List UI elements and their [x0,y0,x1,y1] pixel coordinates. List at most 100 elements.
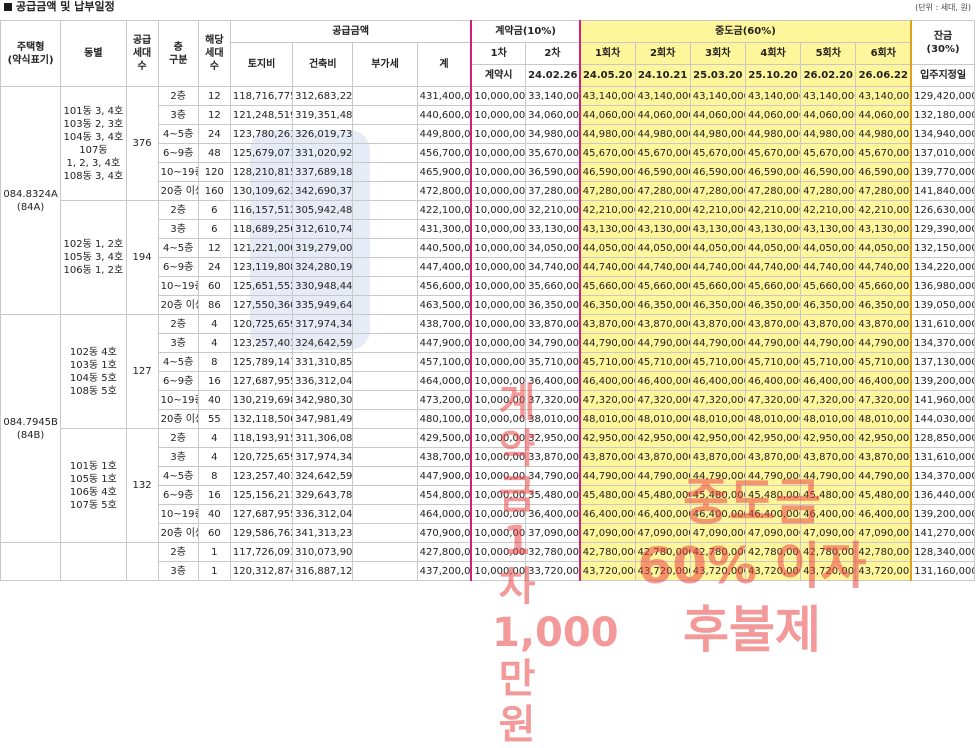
mid-payment-cell: 45,710,000 [744,352,802,372]
header-type: 주택형 (약식표기) [0,20,62,87]
mid-payment-cell: 47,090,000 [634,523,691,543]
units-cell: 40 [197,504,231,524]
floor-cell: 10~19층 [157,162,199,182]
deposit2-cell: 33,140,000 [525,86,581,106]
balance-cell: 141,840,000 [910,181,976,201]
deposit2-cell: 32,780,000 [525,542,581,562]
deposit1-cell: 10,000,000 [470,409,527,429]
mid-payment-cell: 43,870,000 [744,314,802,334]
land-cost-cell: 118,716,775 [229,86,294,106]
mid-payment-cell: 44,060,000 [744,105,802,125]
mid-payment-cell: 46,350,000 [578,295,636,315]
mid-payment-cell: 46,590,000 [634,162,691,182]
land-cost-cell: 120,725,659 [229,447,294,467]
mid-payment-cell: 43,140,000 [800,86,857,106]
total-price-cell: 438,700,000 [416,314,472,334]
deposit2-cell: 34,740,000 [525,257,581,277]
balance-cell: 139,200,000 [910,371,976,391]
supply-units-cell: 132 [125,428,159,543]
mid-payment-cell: 44,790,000 [855,333,913,353]
header-mid-round: 1회차 [578,42,636,65]
balance-cell: 139,050,000 [910,295,976,315]
table-row: 102동 1, 2호 105동 3, 4호 106동 1, 2호 194 2층 6 11… [1,200,976,315]
mid-payment-cell: 43,140,000 [689,86,746,106]
mid-payment-cell: 45,660,000 [578,276,636,296]
type-cell: 084.8324A (84A) [0,86,62,315]
mid-payment-cell: 44,740,000 [689,257,746,277]
building-cost-cell: 324,280,192 [292,257,354,277]
land-cost-cell: 117,726,093 [229,542,294,562]
balance-cell: 137,130,000 [910,352,976,372]
table-row: 2층1117,726,093310,073,907 427,800,00010,0… [0,542,976,581]
mid-payment-cell: 43,130,000 [800,219,857,239]
mid-payment-cell: 46,590,000 [578,162,636,182]
mid-payment-cell: 46,350,000 [634,295,691,315]
floor-cell: 10~19층 [157,276,199,296]
total-price-cell: 465,900,000 [416,162,472,182]
land-cost-cell: 121,221,000 [229,238,294,258]
balance-cell: 131,610,000 [910,314,976,334]
mid-payment-cell: 44,740,000 [744,257,802,277]
mid-payment-cell: 45,480,000 [800,485,857,505]
units-cell: 60 [197,523,231,543]
mid-payment-cell: 43,140,000 [634,86,691,106]
mid-payment-cell: 42,950,000 [744,428,802,448]
vat-cell [352,276,418,296]
deposit2-cell: 33,870,000 [525,447,581,467]
mid-payment-cell: 46,590,000 [855,162,913,182]
deposit1-cell: 10,000,000 [470,352,527,372]
total-price-cell: 440,600,000 [416,105,472,125]
header-mid-date: 25.03.20 [689,64,746,87]
balance-cell: 139,770,000 [910,162,976,182]
units-cell: 24 [197,124,231,144]
total-price-cell: 422,100,000 [416,200,472,220]
floor-cell: 6~9층 [157,371,199,391]
table-row: 101동 1호 105동 1호 106동 4호 107동 5호 132 2층 4 118… [1,428,976,543]
mid-payment-cell: 43,140,000 [744,86,802,106]
mid-payment-cell: 42,210,000 [744,200,802,220]
units-cell: 12 [197,105,231,125]
deposit2-cell: 34,980,000 [525,124,581,144]
table-body: 084.8324A (84A) 101동 3, 4호 103동 2, 3호 104… [0,86,976,581]
total-price-cell: 440,500,000 [416,238,472,258]
units-cell: 8 [197,466,231,486]
mid-payment-cell: 46,400,000 [689,371,746,391]
header-units: 해당 세대수 [197,20,231,87]
header-dep1: 1차 [470,42,527,65]
mid-payment-cell: 45,480,000 [855,485,913,505]
mid-payment-cell: 46,590,000 [744,162,802,182]
total-price-cell: 472,800,000 [416,181,472,201]
mid-payment-cell: 44,980,000 [744,124,802,144]
mid-payment-cell: 44,980,000 [689,124,746,144]
mid-payment-cell: 42,780,000 [689,542,746,562]
deposit2-cell: 34,790,000 [525,333,581,353]
land-cost-cell: 130,219,698 [229,390,294,410]
units-cell: 24 [197,257,231,277]
mid-payment-cell: 44,790,000 [744,333,802,353]
header-balance: 잔금 (30%) [910,20,976,65]
mid-payment-cell: 43,130,000 [855,219,913,239]
mid-payment-cell: 43,130,000 [578,219,636,239]
mid-payment-cell: 43,870,000 [689,447,746,467]
total-price-cell: 470,900,000 [416,523,472,543]
vat-cell [352,542,418,562]
total-price-cell: 473,200,000 [416,390,472,410]
deposit2-cell: 33,720,000 [525,561,581,581]
header-land: 토지비 [229,42,294,87]
building-cost-cell: 317,974,341 [292,447,354,467]
mid-payment-cell: 44,050,000 [855,238,913,258]
floor-cell: 2층 [157,542,199,562]
vat-cell [352,162,418,182]
balance-cell: 134,370,000 [910,466,976,486]
header-dep1-date: 계약시 [470,64,527,87]
balance-cell: 129,390,000 [910,219,976,239]
balance-cell: 139,200,000 [910,504,976,524]
dong-cell: 102동 4호 103동 1호 104동 5호 108동 5호 [60,314,127,429]
type-cell: 084.7945B (84B) [0,314,62,543]
deposit1-cell: 10,000,000 [470,86,527,106]
mid-payment-cell: 46,400,000 [855,371,913,391]
mid-payment-cell: 42,780,000 [855,542,913,562]
mid-payment-cell: 45,710,000 [689,352,746,372]
mid-payment-cell: 42,950,000 [634,428,691,448]
header-mid-round: 5회차 [800,42,857,65]
